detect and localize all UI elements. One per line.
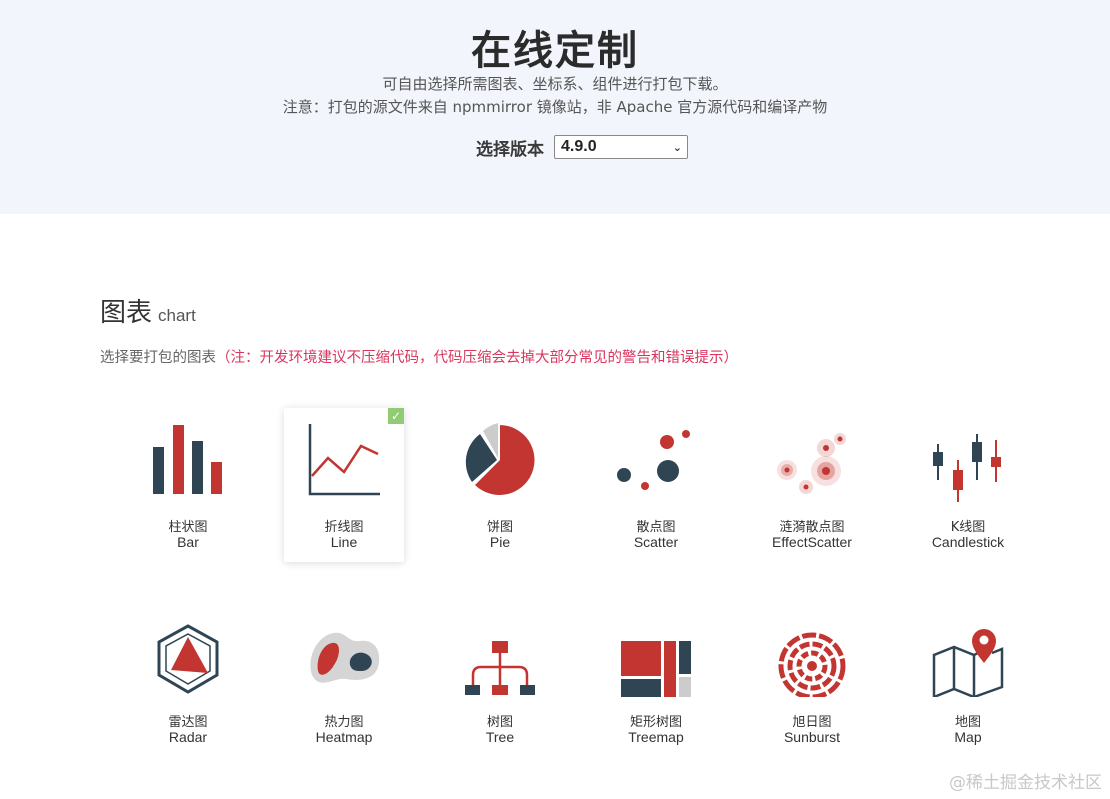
bar-chart-icon: [153, 425, 222, 494]
chart-name-zh: 矩形树图: [629, 715, 682, 730]
page-title: 在线定制: [471, 28, 639, 74]
subtitle: 可自由选择所需图表、坐标系、组件进行打包下载。: [382, 75, 728, 93]
chart-name-zh: 涟漪散点图: [779, 520, 845, 535]
chart-name-en: Bar: [177, 534, 199, 550]
chart-name-zh: 折线图: [324, 520, 364, 535]
chart-option-map[interactable]: 地图 Map: [908, 603, 1028, 757]
chart-option-radar[interactable]: 雷达图 Radar: [128, 603, 248, 757]
chart-name-en: Tree: [485, 729, 515, 745]
version-value: 4.9.0: [561, 138, 597, 155]
chart-name-zh: 散点图: [636, 520, 676, 535]
notice-text: 注意：打包的源文件来自 npmmirror 镜像站，非 Apache 官方源代码…: [282, 98, 828, 116]
map-icon: [932, 629, 1004, 697]
warning-text: （注：开发环境建议不压缩代码，代码压缩会去掉大部分常见的警告和错误提示）: [216, 350, 738, 366]
chart-name-en: Radar: [168, 729, 208, 745]
chart-option-bar[interactable]: 柱状图 Bar: [128, 408, 248, 562]
treemap-icon: [621, 641, 691, 697]
tree-chart-icon: [465, 641, 535, 695]
chart-name-zh: 旭日图: [792, 715, 832, 730]
chart-name-en: EffectScatter: [772, 534, 852, 550]
watermark: @稀土掘金技术社区: [949, 773, 1102, 793]
chart-name-en: Candlestick: [931, 534, 1005, 550]
chart-option-candlestick[interactable]: K线图 Candlestick: [908, 408, 1028, 562]
scatter-chart-icon: [617, 430, 690, 490]
version-picker: 选择版本 4.9.0 ⌄: [476, 133, 688, 161]
section-title-en: chart: [158, 306, 196, 325]
sunburst-icon: [778, 632, 846, 697]
chart-name-zh: 饼图: [486, 520, 513, 535]
line-chart-icon: [308, 424, 380, 496]
chart-name-zh: 雷达图: [168, 715, 208, 730]
chart-option-scatter[interactable]: 散点图 Scatter: [596, 408, 716, 562]
chart-name-en: Heatmap: [315, 729, 373, 745]
chart-name-zh: K线图: [950, 520, 986, 535]
effect-scatter-icon: [777, 433, 846, 494]
version-label: 选择版本: [476, 139, 544, 160]
radar-chart-icon: [157, 624, 219, 694]
candlestick-icon: [933, 434, 1001, 502]
section-title-zh: 图表: [100, 298, 153, 328]
chart-name-en: Treemap: [628, 729, 684, 745]
check-icon: ✓: [388, 408, 404, 424]
chart-name-en: Sunburst: [783, 729, 841, 745]
chart-name-zh: 树图: [486, 715, 513, 730]
section-title: 图表 chart: [100, 292, 196, 329]
chart-option-treemap[interactable]: 矩形树图 Treemap: [596, 603, 716, 757]
chart-option-line[interactable]: ✓ 折线图 Line: [284, 408, 404, 562]
chart-option-pie[interactable]: 饼图 Pie: [440, 408, 560, 562]
chart-option-heatmap[interactable]: 热力图 Heatmap: [284, 603, 404, 757]
chart-name-en: Pie: [489, 534, 511, 550]
chart-name-zh: 热力图: [324, 715, 364, 730]
chart-name-en: Scatter: [633, 534, 679, 550]
header-banner: 在线定制 可自由选择所需图表、坐标系、组件进行打包下载。 注意：打包的源文件来自…: [0, 0, 1110, 214]
heatmap-icon: [310, 632, 380, 683]
chart-name-en: Map: [954, 729, 982, 745]
chevron-down-icon: ⌄: [672, 141, 682, 154]
chart-option-effectscatter[interactable]: 涟漪散点图 EffectScatter: [752, 408, 872, 562]
chart-option-sunburst[interactable]: 旭日图 Sunburst: [752, 603, 872, 757]
description-text: 选择要打包的图表: [100, 350, 216, 366]
version-select[interactable]: 4.9.0 ⌄: [554, 135, 688, 159]
chart-name-en: Line: [330, 534, 358, 550]
chart-name-zh: 地图: [954, 715, 981, 730]
section-description: 选择要打包的图表（注：开发环境建议不压缩代码，代码压缩会去掉大部分常见的警告和错…: [100, 346, 738, 367]
chart-option-tree[interactable]: 树图 Tree: [440, 603, 560, 757]
pie-chart-icon: [465, 423, 535, 495]
chart-name-zh: 柱状图: [168, 520, 208, 535]
